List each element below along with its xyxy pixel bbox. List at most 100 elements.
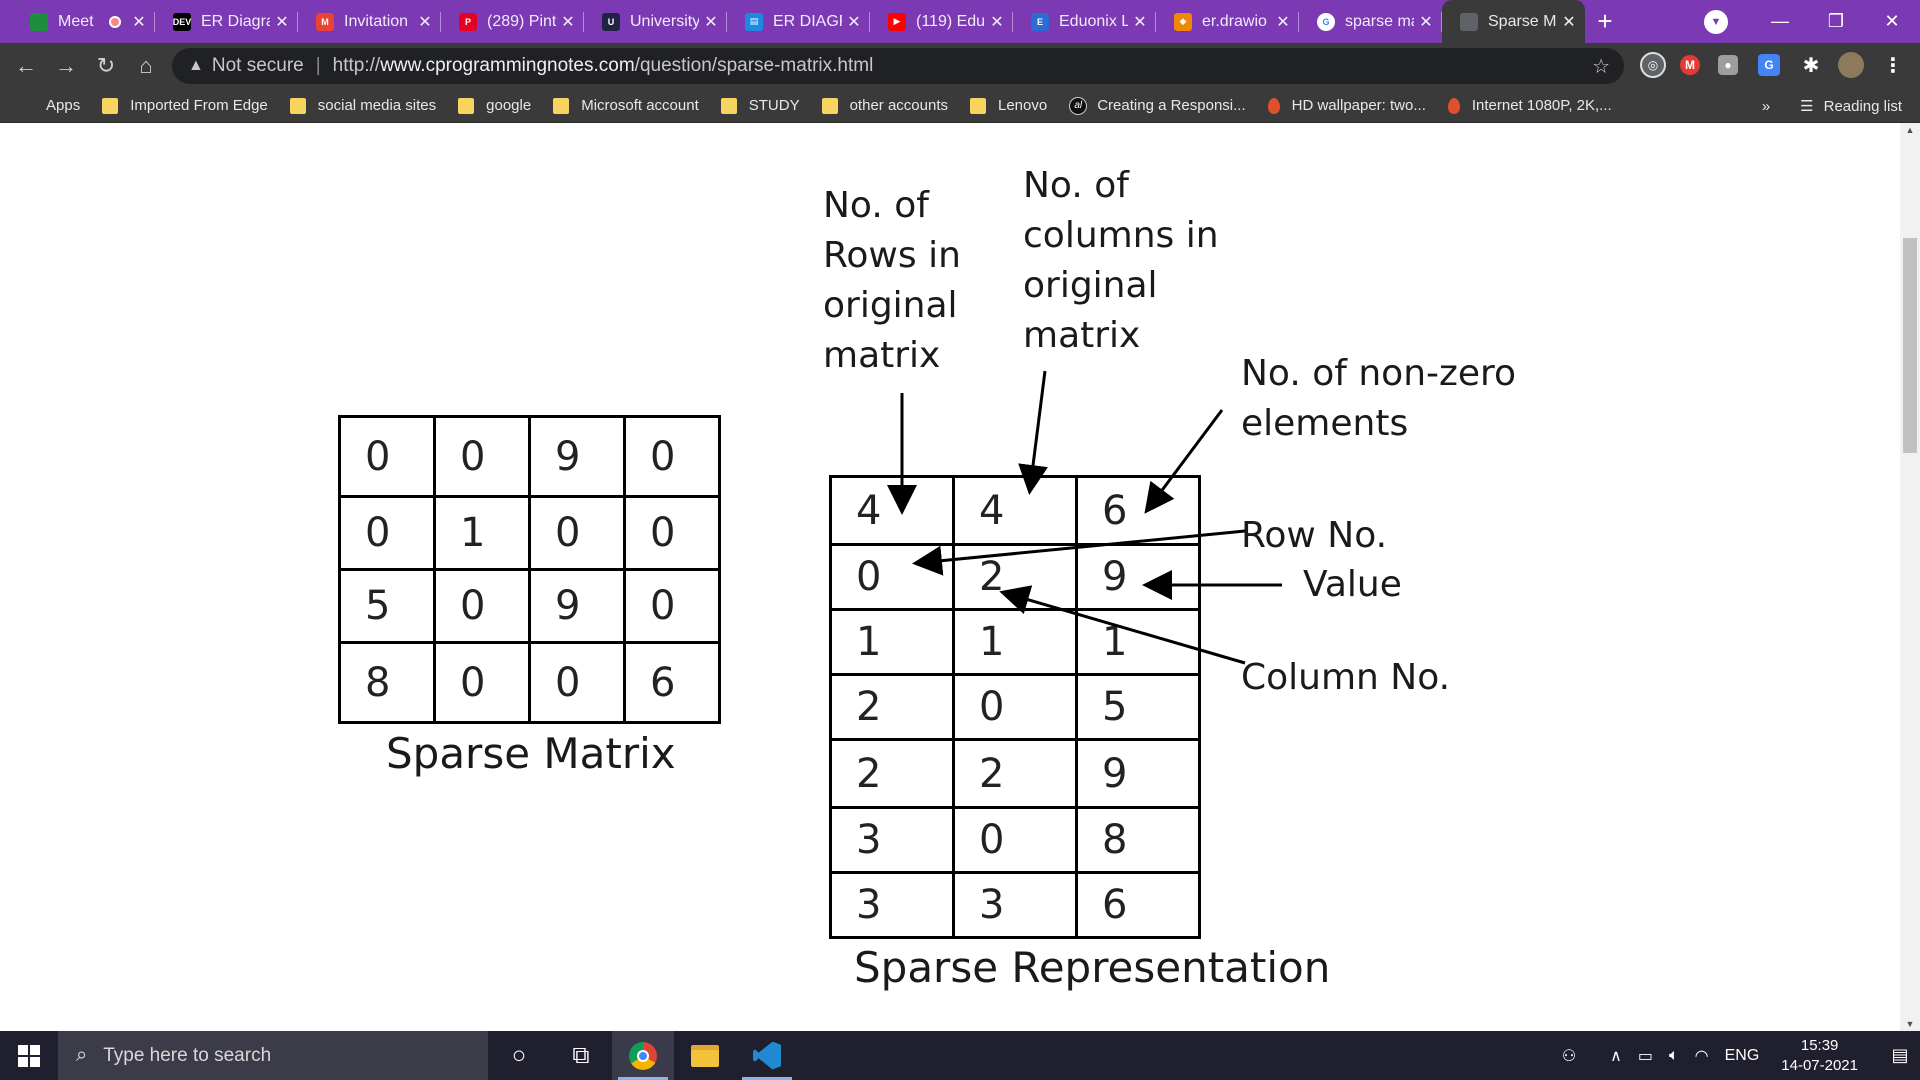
sparse-matrix-caption: Sparse Matrix	[386, 729, 676, 778]
folder-icon	[289, 97, 306, 114]
tab-6[interactable]: ▶ (119) Edu ✕	[870, 0, 1013, 43]
reading-list-button[interactable]: Reading list	[1824, 98, 1902, 115]
tab-5[interactable]: ▤ ER DIAGR✕	[727, 0, 870, 43]
tab-close-icon[interactable]: ✕	[1418, 12, 1434, 32]
tab-2[interactable]: M Invitation ✕	[298, 0, 441, 43]
matrix-cell: 0	[623, 495, 721, 571]
tab-close-icon[interactable]: ✕	[417, 12, 433, 32]
page-scrollbar[interactable]: ▲ ▼	[1900, 123, 1920, 1031]
folder-icon	[102, 97, 119, 114]
matrix-cell: 9	[528, 568, 626, 644]
bookmark-item[interactable]: google	[458, 97, 531, 114]
matrix-cell: 9	[1075, 543, 1201, 611]
reading-list-icon[interactable]: ☰	[1800, 97, 1813, 115]
matrix-cell: 0	[528, 495, 626, 571]
tab-title: (119) Edu	[916, 12, 985, 30]
bookmark-item[interactable]: al Creating a Responsi...	[1069, 96, 1246, 115]
tab-close-icon[interactable]: ✕	[846, 12, 862, 32]
tab-1[interactable]: DEV ER Diagra ✕	[155, 0, 298, 43]
matrix-cell: 0	[338, 415, 436, 498]
label-non-zero-elements: No. of non-zero elements	[1241, 353, 1517, 444]
new-tab-button[interactable]: +	[1585, 0, 1625, 43]
bookmark-label: Microsoft account	[581, 97, 699, 114]
battery-icon[interactable]: ▭	[1638, 1046, 1653, 1066]
tab-10[interactable]: Sparse M ✕	[1442, 0, 1585, 43]
taskbar-search-box[interactable]: ⌕ Type here to search	[58, 1031, 488, 1080]
tab-0[interactable]: Meet ✕	[12, 0, 155, 43]
matrix-row: 111	[829, 608, 1201, 676]
profile-avatar[interactable]	[1838, 52, 1864, 78]
extensions-puzzle-icon[interactable]: ✱	[1798, 52, 1824, 78]
tab-9[interactable]: Gsparse ma ✕	[1299, 0, 1442, 43]
tab-close-icon[interactable]: ✕	[560, 12, 576, 32]
tab-close-icon[interactable]: ✕	[1275, 12, 1291, 32]
address-bar[interactable]: ▲ Not secure | http://www.cprogrammingno…	[172, 48, 1624, 84]
tab-close-icon[interactable]: ✕	[1132, 12, 1148, 32]
tab-close-icon[interactable]: ✕	[274, 12, 290, 32]
matrix-cell: 5	[338, 568, 436, 644]
label-rows-in-original: No. of Rows in original matrix	[823, 185, 961, 376]
matrix-row: 446	[829, 475, 1201, 546]
bookmark-item[interactable]: Internet 1080P, 2K,...	[1447, 97, 1612, 114]
forward-icon[interactable]: →	[46, 46, 86, 86]
matrix-cell: 0	[528, 641, 626, 724]
tab-search-icon[interactable]: ▼	[1704, 10, 1728, 34]
extension-icon[interactable]: ◎	[1640, 52, 1666, 78]
bookmark-star-icon[interactable]: ☆	[1592, 54, 1610, 79]
matrix-cell: 1	[829, 608, 955, 676]
tab-close-icon[interactable]: ✕	[703, 12, 719, 32]
scrollbar-thumb[interactable]	[1903, 238, 1917, 453]
back-icon[interactable]: ←	[6, 46, 46, 86]
bookmark-item[interactable]: STUDY	[720, 97, 800, 114]
bookmark-item[interactable]: Lenovo	[970, 97, 1047, 114]
tab-7[interactable]: E Eduonix L ✕	[1013, 0, 1156, 43]
matrix-cell: 4	[952, 475, 1078, 546]
bookmark-item[interactable]: Microsoft account	[553, 97, 699, 114]
bookmark-item[interactable]: Apps	[18, 97, 80, 114]
volume-icon[interactable]: 🔈︎	[1669, 1047, 1679, 1065]
start-button[interactable]	[0, 1031, 58, 1080]
cortana-icon[interactable]: ○	[488, 1031, 550, 1080]
minimize-icon[interactable]: —	[1752, 0, 1808, 43]
tab-close-icon[interactable]: ✕	[989, 12, 1005, 32]
translate-extension-icon[interactable]: G	[1758, 54, 1780, 76]
bookmark-item[interactable]: social media sites	[289, 97, 436, 114]
wifi-icon[interactable]: ◠	[1695, 1046, 1709, 1066]
matrix-row: 5090	[338, 568, 721, 644]
extension-icon-2[interactable]: ●	[1718, 55, 1738, 75]
matrix-row: 205	[829, 673, 1201, 741]
reload-icon[interactable]: ↻	[86, 46, 126, 86]
more-bookmarks-icon[interactable]: »	[1762, 98, 1770, 115]
people-icon[interactable]: ⚇	[1562, 1046, 1576, 1066]
bookmark-item[interactable]: Imported From Edge	[102, 97, 268, 114]
notification-icon[interactable]: ▤	[1880, 1045, 1920, 1066]
scroll-up-icon[interactable]: ▲	[1900, 125, 1920, 135]
vscode-icon[interactable]	[736, 1031, 798, 1080]
scroll-down-icon[interactable]: ▼	[1900, 1019, 1920, 1029]
tab-8[interactable]: ◆ er.drawio ✕	[1156, 0, 1299, 43]
tab-title: Meet	[58, 12, 94, 30]
matrix-cell: 4	[829, 475, 955, 546]
close-window-icon[interactable]: ✕	[1864, 0, 1920, 43]
tab-close-icon[interactable]: ✕	[131, 12, 147, 32]
language-indicator[interactable]: ENG	[1725, 1047, 1760, 1065]
mega-extension-icon[interactable]: M	[1680, 55, 1700, 75]
tab-3[interactable]: P (289) Pint ✕	[441, 0, 584, 43]
matrix-cell: 6	[1075, 871, 1201, 939]
task-view-icon[interactable]: ⧉	[550, 1031, 612, 1080]
tab-favicon-icon: ▤	[745, 12, 763, 31]
clock[interactable]: 15:39 14-07-2021	[1781, 1036, 1858, 1076]
tray-chevron-icon[interactable]: ∧	[1610, 1046, 1622, 1066]
chrome-taskbar-icon[interactable]	[612, 1031, 674, 1080]
bookmark-item[interactable]: other accounts	[821, 97, 948, 114]
bookmark-label: HD wallpaper: two...	[1291, 97, 1426, 114]
restore-icon[interactable]: ❐	[1808, 0, 1864, 43]
warning-icon: ▲	[188, 57, 204, 74]
tab-4[interactable]: U University ✕	[584, 0, 727, 43]
tab-close-icon[interactable]: ✕	[1561, 12, 1577, 32]
bookmark-item[interactable]: HD wallpaper: two...	[1267, 97, 1426, 114]
file-explorer-icon[interactable]	[674, 1031, 736, 1080]
tab-list: Meet ✕ DEV ER Diagra ✕ M Invitation ✕ P (289) Pin…	[0, 0, 1585, 43]
home-icon[interactable]: ⌂	[126, 46, 166, 86]
menu-kebab-icon[interactable]: ⋮	[1880, 52, 1906, 78]
